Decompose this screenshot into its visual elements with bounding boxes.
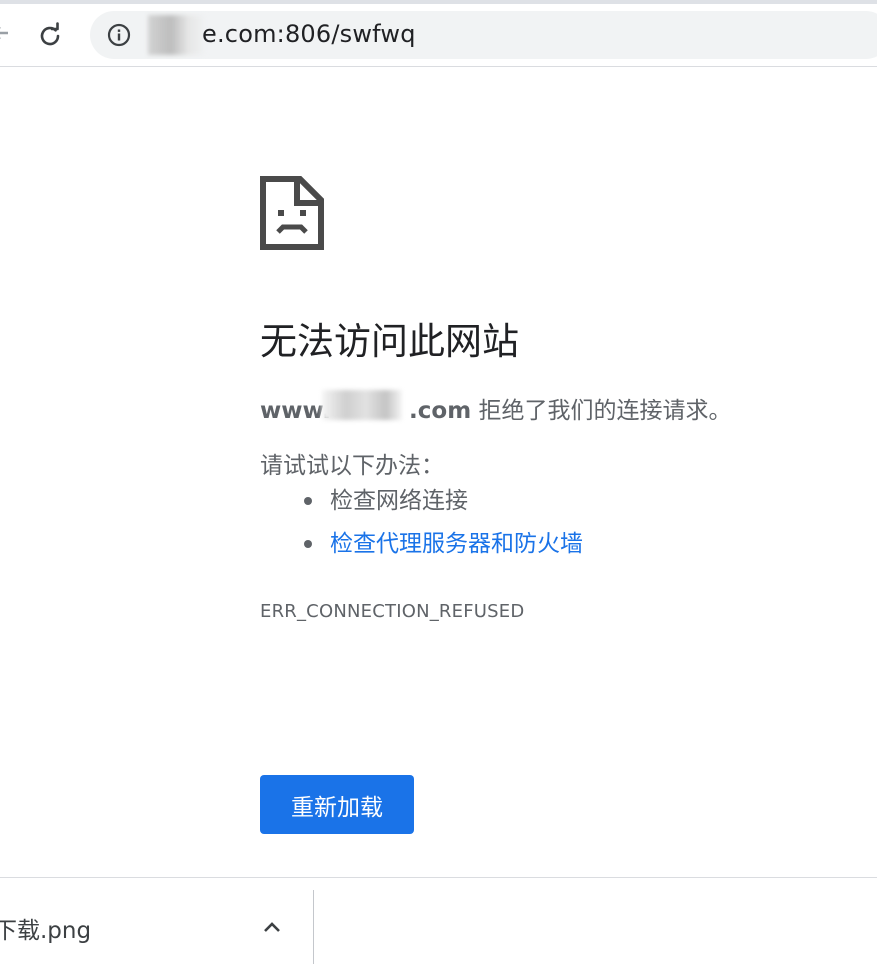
host-suffix: .com <box>409 398 472 424</box>
suggestions-list: 检查网络连接 检查代理服务器和防火墙 <box>300 484 583 570</box>
chevron-up-icon[interactable] <box>259 914 285 940</box>
bullet-icon <box>304 540 312 548</box>
sad-page-icon <box>260 176 324 250</box>
reload-button[interactable] <box>34 20 66 52</box>
url-text[interactable]: e.com:806/swfwq <box>202 20 416 48</box>
tab-strip-edge <box>0 0 877 4</box>
download-divider <box>313 890 314 964</box>
download-file-name[interactable]: 下载.png <box>0 911 91 945</box>
download-bar: 下载.png <box>0 877 877 964</box>
reload-page-button[interactable]: 重新加载 <box>260 775 414 834</box>
reload-icon <box>40 22 60 46</box>
back-arrow-icon[interactable] <box>0 22 12 44</box>
error-code: ERR_CONNECTION_REFUSED <box>260 601 525 622</box>
site-info-icon[interactable] <box>107 23 131 47</box>
host-redaction <box>322 390 402 420</box>
page-title: 无法访问此网站 <box>260 320 519 363</box>
url-redaction <box>148 15 206 55</box>
browser-toolbar: e.com:806/swfwq <box>0 0 877 67</box>
host-name: www. <box>260 398 332 424</box>
bullet-icon <box>304 497 312 505</box>
suggestion-check-network: 检查网络连接 <box>300 484 583 527</box>
message-suffix: 拒绝了我们的连接请求。 <box>471 398 732 424</box>
suggestion-check-proxy-firewall-link[interactable]: 检查代理服务器和防火墙 <box>300 527 583 570</box>
suggestions-heading: 请试试以下办法： <box>260 453 444 479</box>
address-bar[interactable]: e.com:806/swfwq <box>90 11 877 59</box>
